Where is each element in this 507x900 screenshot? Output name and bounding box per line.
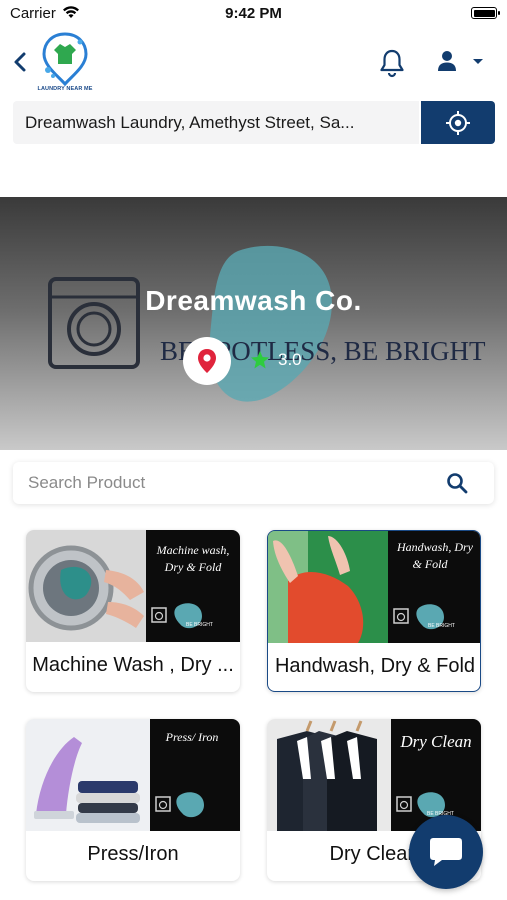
product-image-caption: Handwash, Dry — [396, 540, 474, 554]
product-image-tag: BE BRIGHT — [186, 622, 213, 628]
app-header: LAUNDRY NEAR ME — [0, 28, 507, 98]
profile-menu-button[interactable] — [436, 46, 486, 76]
status-time: 9:42 PM — [225, 5, 282, 22]
product-card-handwash[interactable]: Handwash, Dry & Fold BE BRIGHT Handwash,… — [267, 530, 481, 692]
product-card-press-iron[interactable]: Press/ Iron Press/Iron — [26, 719, 240, 881]
map-pin-icon — [198, 349, 216, 373]
shop-rating: 3.0 — [250, 350, 302, 370]
back-button[interactable] — [8, 48, 32, 76]
search-placeholder: Search Product — [28, 473, 146, 492]
search-icon[interactable] — [446, 472, 468, 494]
notifications-button[interactable] — [378, 48, 408, 78]
location-pin-button[interactable] — [183, 337, 231, 385]
product-label: Handwash, Dry & Fold — [274, 655, 476, 677]
logo-text: LAUNDRY NEAR ME — [37, 86, 93, 92]
product-card-machine-wash[interactable]: Machine wash, Dry & Fold BE BRIGHT Machi… — [26, 530, 240, 692]
chevron-down-icon — [473, 59, 483, 64]
shop-banner: BE SPOTLESS, BE BRIGHT Dreamwash Co. — [0, 197, 507, 450]
chat-button[interactable] — [409, 815, 483, 889]
product-image-caption: Dry Clean — [399, 732, 471, 751]
product-image: Machine wash, Dry & Fold BE BRIGHT — [26, 530, 240, 642]
product-image: Handwash, Dry & Fold BE BRIGHT — [268, 531, 480, 643]
user-icon — [438, 51, 456, 71]
rating-value: 3.0 — [278, 350, 302, 369]
product-label: Press/Iron — [87, 843, 179, 865]
product-image-caption: Press/ Iron — [165, 730, 219, 744]
app-logo: LAUNDRY NEAR ME — [36, 30, 94, 94]
product-image: Press/ Iron — [26, 719, 240, 831]
chat-icon — [430, 838, 462, 866]
locate-me-button[interactable] — [421, 101, 495, 144]
product-image-tag: BE BRIGHT — [428, 623, 455, 629]
product-label: Machine Wash , Dry ... — [32, 654, 234, 676]
product-search-input[interactable]: Search Product — [13, 462, 494, 504]
banner-image: BE SPOTLESS, BE BRIGHT — [48, 245, 486, 402]
locate-icon — [446, 110, 470, 135]
product-image-caption: Dry & Fold — [164, 560, 223, 574]
address-value: Dreamwash Laundry, Amethyst Street, Sa..… — [25, 113, 355, 132]
shop-name: Dreamwash Co. — [145, 285, 362, 316]
battery-icon — [471, 7, 500, 19]
product-image-caption: Machine wash, — [156, 543, 230, 557]
address-field[interactable]: Dreamwash Laundry, Amethyst Street, Sa..… — [13, 101, 419, 144]
back-arrow-icon — [14, 52, 26, 72]
star-icon — [251, 351, 269, 369]
status-bar: Carrier 9:42 PM — [0, 0, 507, 28]
bell-icon — [380, 49, 404, 78]
product-image-caption: & Fold — [413, 557, 449, 571]
